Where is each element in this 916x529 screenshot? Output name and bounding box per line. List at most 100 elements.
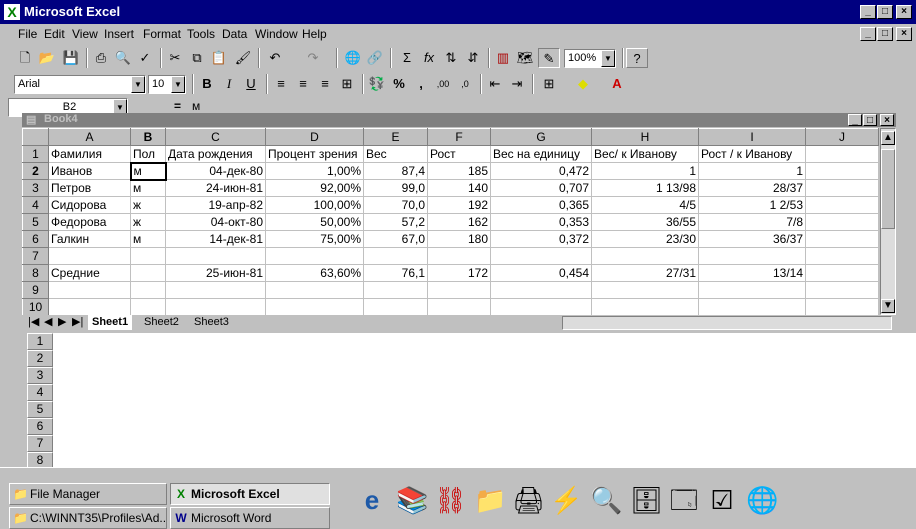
column-header[interactable]: F — [427, 128, 491, 146]
grid-cell[interactable]: Вес на единицу — [490, 145, 592, 163]
grid-cell[interactable] — [165, 298, 266, 316]
grid-cell[interactable]: Галкин — [48, 230, 131, 248]
grid-cell[interactable] — [490, 281, 592, 299]
internet-explorer-icon[interactable]: e — [356, 484, 388, 516]
chevron-down-icon[interactable]: ▼ — [131, 76, 145, 93]
checklist-icon[interactable]: ☑ — [706, 484, 738, 516]
grid-cell[interactable]: 75,00% — [265, 230, 364, 248]
menu-format[interactable]: Format — [143, 27, 181, 41]
column-header[interactable]: H — [591, 128, 699, 146]
grid-cell[interactable]: 1 — [698, 162, 806, 180]
italic-icon[interactable]: I — [218, 74, 240, 94]
menu-tools[interactable]: Tools — [187, 27, 215, 41]
row-header[interactable]: 4 — [27, 384, 53, 401]
grid-cell[interactable]: 99,0 — [363, 179, 428, 197]
grid-cell[interactable]: 4/5 — [591, 196, 699, 214]
menu-file[interactable]: File — [18, 27, 37, 41]
grid-cell[interactable]: 28/37 — [698, 179, 806, 197]
copy-icon[interactable]: ⧉ — [186, 48, 208, 68]
scroll-up-icon[interactable]: ▲ — [881, 131, 895, 145]
grid-cell[interactable]: 63,60% — [265, 264, 364, 282]
horizontal-scrollbar[interactable] — [562, 316, 892, 330]
tab-sheet3[interactable]: Sheet3 — [190, 315, 233, 330]
menu-window[interactable]: Window — [255, 27, 298, 41]
row-header[interactable]: 8 — [22, 264, 49, 282]
help-icon[interactable]: ? — [626, 48, 648, 68]
menu-view[interactable]: View — [72, 27, 98, 41]
grid-cell[interactable] — [591, 298, 699, 316]
grid-cell[interactable]: Федорова — [48, 213, 131, 231]
column-header[interactable]: J — [805, 128, 879, 146]
grid-cell[interactable]: 70,0 — [363, 196, 428, 214]
vertical-scrollbar[interactable]: ▲ ▼ — [880, 128, 896, 315]
grid-cell[interactable] — [805, 230, 879, 248]
grid-cell[interactable]: 0,365 — [490, 196, 592, 214]
grid-cell[interactable]: Дата рождения — [165, 145, 266, 163]
wb-minimize-button[interactable]: _ — [848, 114, 862, 126]
grid-cell[interactable]: м — [129, 161, 167, 181]
zoom-select[interactable]: 100% ▼ — [564, 49, 616, 68]
grid-cell[interactable]: 67,0 — [363, 230, 428, 248]
grid-cell[interactable] — [805, 247, 879, 265]
grid-cell[interactable] — [130, 247, 166, 265]
row-header[interactable]: 6 — [22, 230, 49, 248]
wb-maximize-button[interactable]: □ — [863, 114, 877, 126]
grid-cell[interactable]: 1 2/53 — [698, 196, 806, 214]
grid-cell[interactable] — [805, 264, 879, 282]
grid-cell[interactable]: 13/14 — [698, 264, 806, 282]
increase-decimal-icon[interactable]: ,00 — [432, 74, 454, 94]
grid-cell[interactable]: Фамилия — [48, 145, 131, 163]
row-header[interactable]: 3 — [27, 367, 53, 384]
excel-icon[interactable]: X — [4, 4, 20, 20]
grid-cell[interactable]: 192 — [427, 196, 491, 214]
row-header[interactable]: 2 — [27, 350, 53, 367]
row-header[interactable]: 1 — [27, 333, 53, 350]
books-icon[interactable]: 📚 — [396, 484, 428, 516]
grid-cell[interactable] — [130, 298, 166, 316]
grid-cell[interactable] — [165, 247, 266, 265]
grid-cell[interactable] — [265, 247, 364, 265]
redo-icon[interactable]: ↷ — [302, 48, 324, 68]
decrease-indent-icon[interactable]: ⇤ — [484, 74, 506, 94]
paste-icon[interactable]: 📋 — [208, 48, 230, 68]
grid-cell[interactable]: м — [130, 230, 166, 248]
grid-cell[interactable]: Вес — [363, 145, 428, 163]
undo-icon[interactable]: ↶ — [264, 48, 286, 68]
grid-cell[interactable] — [165, 281, 266, 299]
grid-cell[interactable]: 100,00% — [265, 196, 364, 214]
grid-cell[interactable]: ж — [130, 213, 166, 231]
cabinet-icon[interactable]: 🗄 — [630, 484, 663, 516]
grid-cell[interactable]: Рост — [427, 145, 491, 163]
grid-cell[interactable]: 1,00% — [265, 162, 364, 180]
hyperlink-icon[interactable]: 🔗 — [364, 48, 386, 68]
menu-insert[interactable]: Insert — [104, 27, 134, 41]
grid-cell[interactable]: 172 — [427, 264, 491, 282]
bold-icon[interactable]: B — [196, 74, 218, 94]
grid-cell[interactable]: Вес/ к Иванову — [591, 145, 699, 163]
column-header[interactable]: I — [698, 128, 806, 146]
cut-icon[interactable]: ✂ — [164, 48, 186, 68]
increase-indent-icon[interactable]: ⇥ — [506, 74, 528, 94]
chart-wizard-icon[interactable]: ▥ — [492, 48, 514, 68]
grid-cell[interactable]: 23/30 — [591, 230, 699, 248]
menu-data[interactable]: Data — [222, 27, 247, 41]
taskbar-microsoft-excel[interactable]: X Microsoft Excel — [170, 483, 330, 505]
minimize-button[interactable]: _ — [860, 5, 876, 19]
grid-cell[interactable] — [427, 247, 491, 265]
grid-cell[interactable]: 92,00% — [265, 179, 364, 197]
grid-cell[interactable]: 14-дек-81 — [165, 230, 266, 248]
align-center-icon[interactable]: ≡ — [292, 74, 314, 94]
taskbar-microsoft-word[interactable]: W Microsoft Word — [170, 507, 330, 529]
chevron-down-icon[interactable]: ▼ — [171, 76, 185, 93]
row-header[interactable]: 10 — [22, 298, 49, 316]
sort-ascending-icon[interactable]: ⇅ — [440, 48, 462, 68]
grid-cell[interactable]: ж — [130, 196, 166, 214]
grid-cell[interactable]: Петров — [48, 179, 131, 197]
drawing-icon[interactable]: ✎ — [538, 48, 560, 68]
grid-cell[interactable] — [490, 247, 592, 265]
chevron-down-icon[interactable]: ▼ — [601, 50, 615, 67]
grid-cell[interactable]: Сидорова — [48, 196, 131, 214]
grid-cell[interactable]: Средние — [48, 264, 131, 282]
doc-minimize-button[interactable]: _ — [860, 27, 876, 41]
grid-cell[interactable] — [427, 281, 491, 299]
